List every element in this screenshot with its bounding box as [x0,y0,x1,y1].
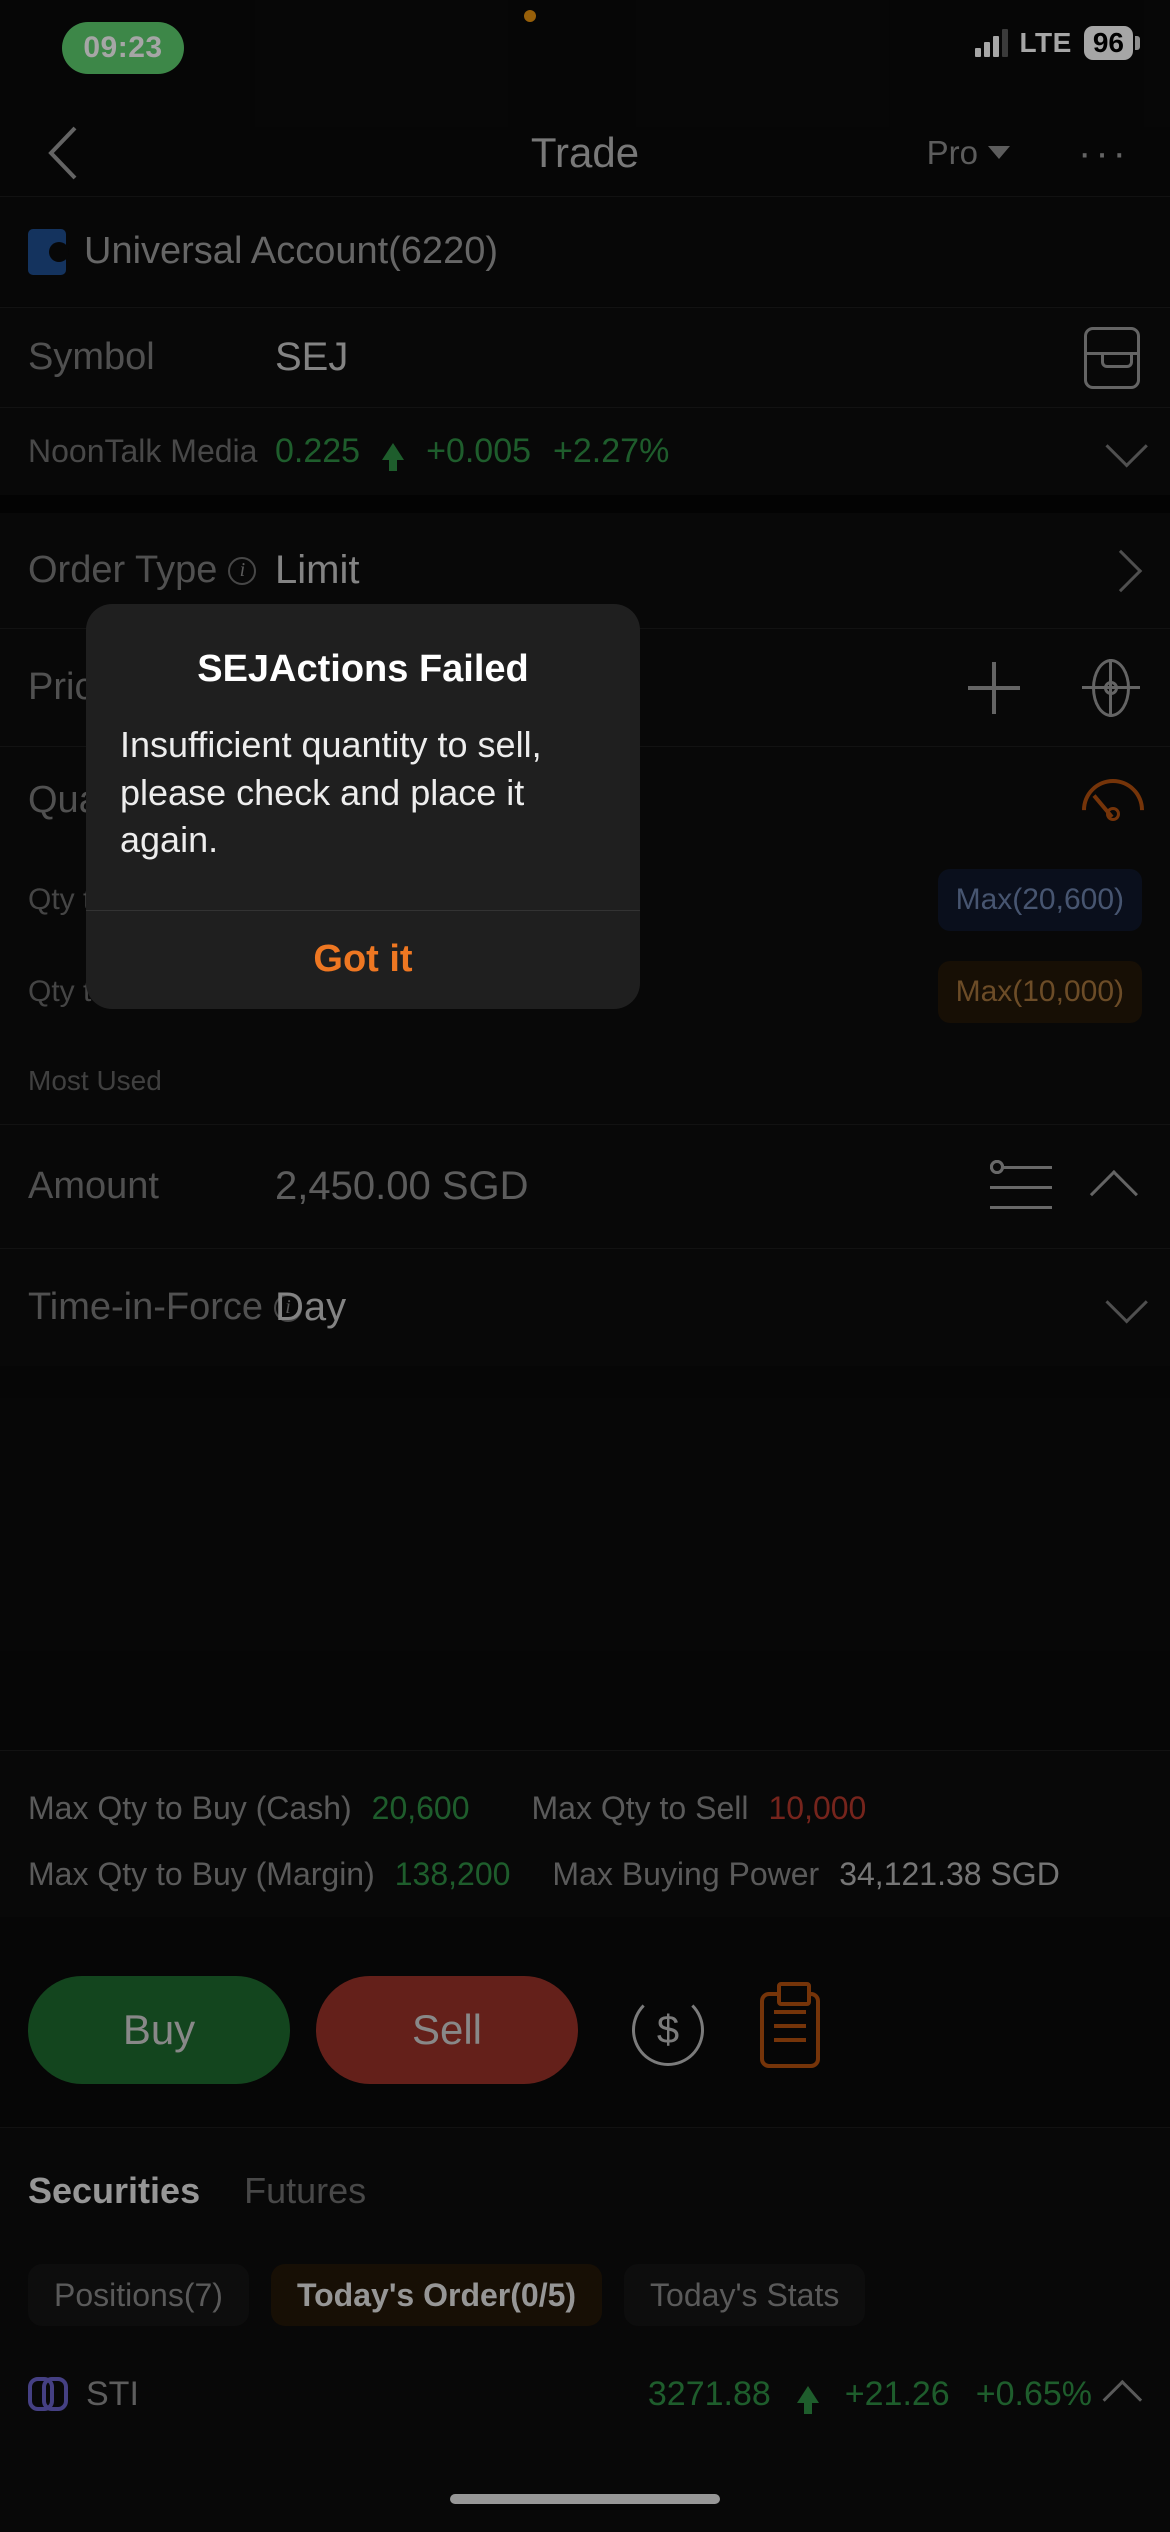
app-screen: 09:23 LTE 96 Trade Pro ··· Universal Acc… [0,0,1170,2532]
modal-scrim[interactable] [0,0,1170,2532]
got-it-button[interactable]: Got it [86,911,640,1009]
dialog-title: SEJActions Failed [197,648,529,690]
dialog-message: Insufficient quantity to sell, please ch… [120,724,542,861]
error-dialog: SEJActions Failed Insufficient quantity … [86,604,640,1009]
